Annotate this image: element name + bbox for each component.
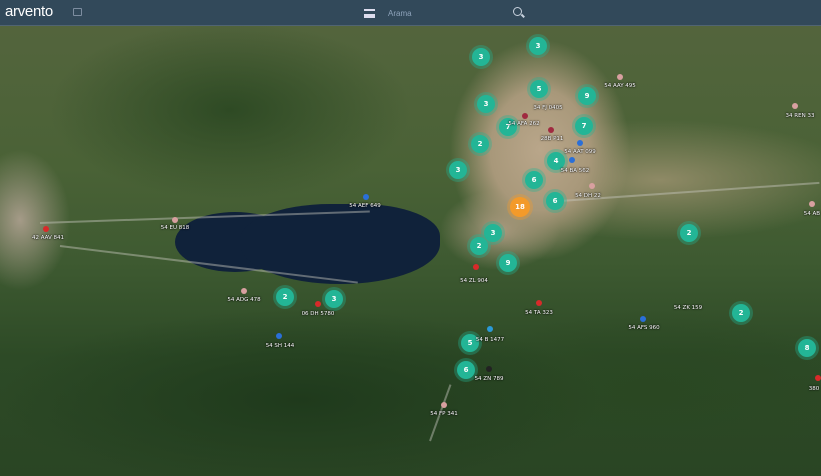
cluster-marker[interactable]: 8	[798, 339, 816, 357]
vehicle-label: 54 ADG 478	[227, 297, 261, 303]
vehicle-label: 54 TA 323	[525, 310, 553, 316]
vehicle-marker[interactable]	[577, 140, 583, 146]
vehicle-label: 54 EU 818	[160, 225, 190, 231]
cluster-marker[interactable]: 6	[546, 192, 564, 210]
cluster-marker[interactable]: 3	[325, 290, 343, 308]
vehicle-marker[interactable]	[315, 301, 321, 307]
vehicle-label: 54 AFS 960	[628, 325, 660, 331]
cluster-marker[interactable]: 3	[472, 48, 490, 66]
cluster-marker[interactable]: 9	[578, 87, 596, 105]
cluster-marker[interactable]: 2	[470, 237, 488, 255]
vehicle-label: 54 AAY 495	[604, 83, 636, 89]
vehicle-label: 54 AFA 262	[508, 121, 540, 127]
vehicle-label: 54 BA 562	[560, 168, 590, 174]
top-bar: arvento	[0, 0, 821, 26]
vehicle-label: 54 DH 22	[575, 193, 601, 199]
vehicle-marker[interactable]	[569, 157, 575, 163]
vehicle-label: 54 AEF 649	[349, 203, 381, 209]
vehicle-label: 54 SH 144	[265, 343, 295, 349]
vehicle-marker[interactable]	[486, 366, 492, 372]
vehicle-label: 54 AAT 099	[564, 149, 596, 155]
cluster-marker[interactable]: 3	[484, 224, 502, 242]
menu-icon[interactable]	[364, 9, 375, 18]
vehicle-label: 34 REN 33	[785, 113, 815, 119]
vehicle-marker[interactable]	[43, 226, 49, 232]
vehicle-marker[interactable]	[522, 113, 528, 119]
vehicle-label: 54 ZK 159	[673, 305, 703, 311]
vehicle-label: 34 FJ 0405	[533, 105, 563, 111]
vehicle-label: 28B P11	[540, 136, 564, 142]
vehicle-label: 54 FP 341	[430, 411, 458, 417]
cluster-marker[interactable]: 3	[477, 95, 495, 113]
vehicle-marker[interactable]	[172, 217, 178, 223]
vehicle-marker[interactable]	[617, 74, 623, 80]
search-input[interactable]	[388, 6, 578, 21]
vehicle-marker[interactable]	[536, 300, 542, 306]
vehicle-marker[interactable]	[363, 194, 369, 200]
vehicle-label: 06 DH 5780	[301, 311, 335, 317]
vehicle-label: 54 ZN 789	[474, 376, 504, 382]
cluster-marker[interactable]: 2	[471, 135, 489, 153]
vehicle-label: 380	[808, 386, 820, 392]
satellite-map[interactable]	[0, 0, 821, 476]
vehicle-label: 42 AAV 841	[31, 235, 65, 241]
vehicle-marker[interactable]	[548, 127, 554, 133]
cluster-marker[interactable]: 7	[575, 117, 593, 135]
vehicle-marker[interactable]	[815, 375, 821, 381]
cluster-marker[interactable]: 6	[525, 171, 543, 189]
vehicle-marker[interactable]	[792, 103, 798, 109]
vehicle-marker[interactable]	[809, 201, 815, 207]
chat-icon[interactable]	[73, 8, 82, 16]
cluster-marker[interactable]: 3	[449, 161, 467, 179]
cluster-marker[interactable]: 2	[732, 304, 750, 322]
cluster-marker[interactable]: 2	[680, 224, 698, 242]
vehicle-marker[interactable]	[473, 264, 479, 270]
vehicle-marker[interactable]	[241, 288, 247, 294]
cluster-marker[interactable]: 2	[276, 288, 294, 306]
vehicle-marker[interactable]	[276, 333, 282, 339]
vehicle-marker[interactable]	[589, 183, 595, 189]
cluster-marker[interactable]: 6	[457, 361, 475, 379]
cluster-marker[interactable]: 9	[499, 254, 517, 272]
cluster-marker[interactable]: 5	[530, 80, 548, 98]
vehicle-label: 54 AB	[803, 211, 820, 217]
vehicle-label: 54 ZL 904	[460, 278, 488, 284]
vehicle-label: 54 B 1477	[475, 337, 505, 343]
vehicle-marker[interactable]	[487, 326, 493, 332]
vehicle-marker[interactable]	[441, 402, 447, 408]
vehicle-marker[interactable]	[640, 316, 646, 322]
search-icon[interactable]	[513, 7, 522, 16]
cluster-marker-large[interactable]: 18	[510, 197, 530, 217]
logo: arvento	[5, 3, 53, 20]
cluster-marker[interactable]: 3	[529, 37, 547, 55]
